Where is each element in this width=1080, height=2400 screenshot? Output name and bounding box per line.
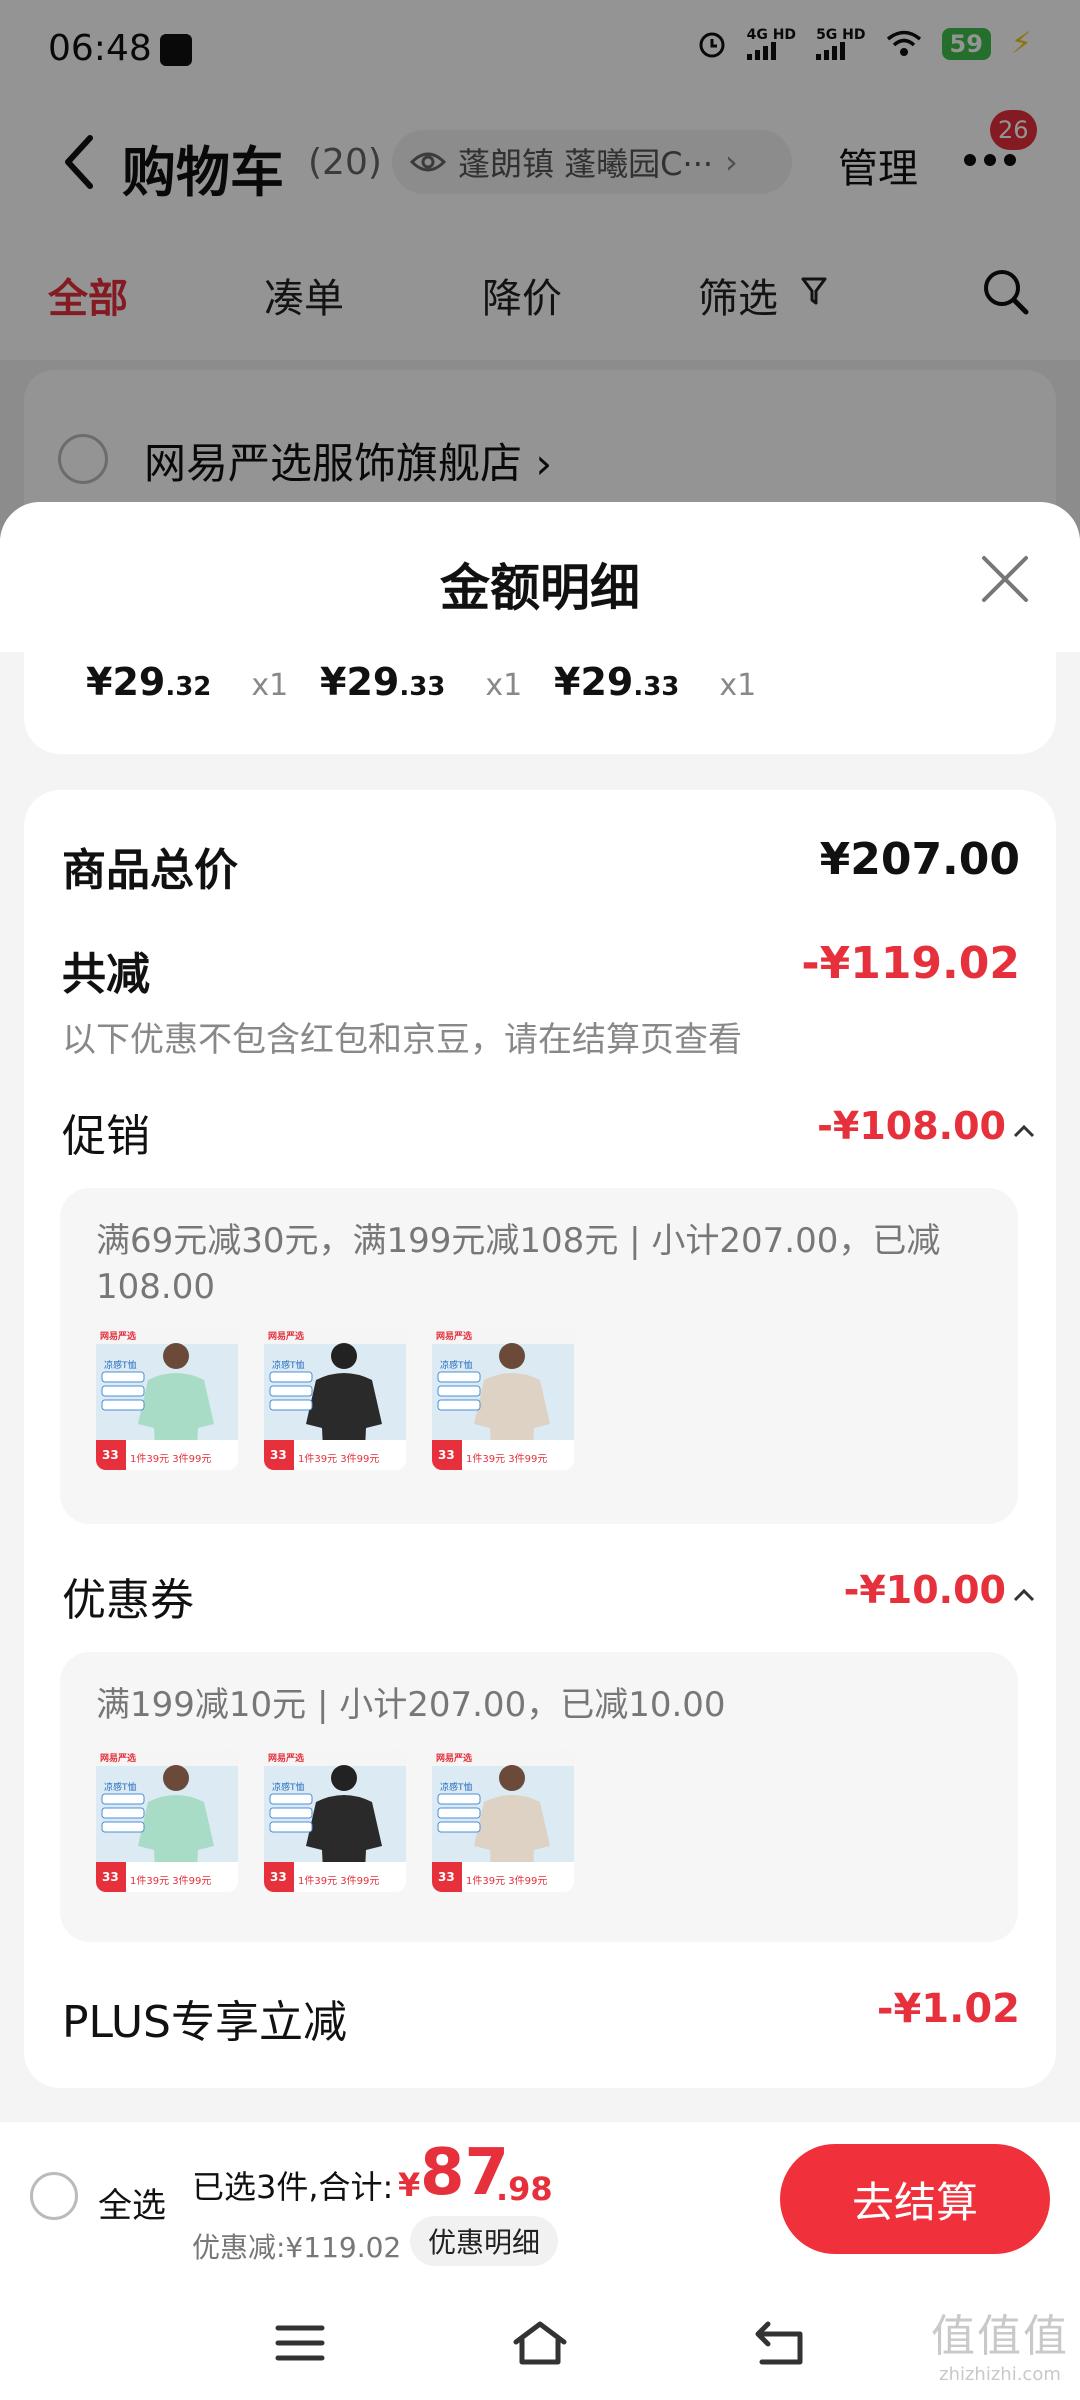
thumb-deal: 1件39元 3件99元 xyxy=(466,1876,548,1887)
amount-detail-sheet: 金额明细 ¥29 .32 x1 ¥29 .33 x1 ¥29 .33 x1 商品… xyxy=(0,502,1080,2122)
item-price-dec: .33 xyxy=(399,672,446,702)
plus-label: PLUS专享立减 xyxy=(62,1997,347,2048)
total-amount-dec: .98 xyxy=(496,2170,553,2208)
total-value: ¥207.00 xyxy=(819,834,1020,885)
item-price-strip: ¥29 .32 x1 ¥29 .33 x1 ¥29 .33 x1 xyxy=(24,652,1056,754)
watermark: 值值值 zhizhizhi.com xyxy=(930,2300,1070,2385)
amount-breakdown-card: 商品总价 ¥207.00 共减 -¥119.02 以下优惠不包含红包和京豆，请在… xyxy=(24,790,1056,2088)
thumb-tag: 凉感T恤 xyxy=(104,1361,137,1371)
item-price-int: ¥29 xyxy=(86,660,166,704)
promo-label: 促销 xyxy=(62,1111,150,1162)
thumb-price: 33 xyxy=(438,1448,455,1462)
item-price-int: ¥29 xyxy=(320,660,400,704)
thumb-deal: 1件39元 3件99元 xyxy=(298,1454,380,1465)
thumb-brand: 网易严选 xyxy=(100,1754,137,1764)
coupon-value[interactable]: -¥10.00 xyxy=(844,1568,1006,1612)
coupon-label: 优惠券 xyxy=(62,1575,194,1626)
thumb-price: 33 xyxy=(270,1448,287,1462)
plus-value: -¥1.02 xyxy=(876,1986,1020,2032)
thumb-deal: 1件39元 3件99元 xyxy=(130,1454,212,1465)
promo-detail-card: 满69元减30元，满199元减108元 | 小计207.00，已减108.00 … xyxy=(60,1188,1018,1524)
thumb-price: 33 xyxy=(102,1448,119,1462)
sheet-header: 金额明细 xyxy=(0,502,1080,652)
item-price: ¥29 .33 x1 xyxy=(320,660,522,704)
item-price-dec: .33 xyxy=(633,672,680,702)
item-qty: x1 xyxy=(719,668,757,703)
item-price-dec: .32 xyxy=(165,672,212,702)
select-all-radio[interactable] xyxy=(30,2172,78,2220)
total-currency: ¥ xyxy=(398,2166,421,2204)
product-thumbnail[interactable]: 网易严选凉感T恤 33 1件39元 3件99元 xyxy=(264,1750,406,1892)
close-icon[interactable] xyxy=(980,554,1030,604)
menu-icon[interactable] xyxy=(272,2318,328,2368)
product-thumbnail[interactable]: 网易严选凉感T恤 33 1件39元 3件99元 xyxy=(264,1328,406,1470)
product-thumbnail[interactable]: 网易严选凉感T恤 33 1件39元 3件99元 xyxy=(432,1328,574,1470)
total-label: 商品总价 xyxy=(62,845,238,896)
product-thumbnail[interactable]: 网易严选凉感T恤 33 1件39元 3件99元 xyxy=(432,1750,574,1892)
thumb-price: 33 xyxy=(102,1870,119,1884)
thumb-tag: 凉感T恤 xyxy=(272,1783,305,1793)
chevron-up-icon[interactable] xyxy=(1012,1586,1036,1604)
coupon-thumbnails: 网易严选凉感T恤 33 1件39元 3件99元 网易严选凉感T恤 33 1件39元 3件9… xyxy=(96,1750,574,1892)
discount-note: 以下优惠不包含红包和京豆，请在结算页查看 xyxy=(62,1020,742,1060)
discount-summary: 优惠减:¥119.02 xyxy=(192,2231,402,2264)
home-icon[interactable] xyxy=(512,2318,568,2368)
coupon-detail-card: 满199减10元 | 小计207.00，已减10.00 网易严选凉感T恤 33 1件… xyxy=(60,1652,1018,1942)
back-nav-icon[interactable] xyxy=(752,2318,808,2368)
watermark-text: 值值值 xyxy=(931,2311,1069,2362)
thumb-brand: 网易严选 xyxy=(100,1332,137,1342)
thumb-tag: 凉感T恤 xyxy=(104,1783,137,1793)
item-price: ¥29 .32 x1 xyxy=(86,660,288,704)
sheet-title: 金额明细 xyxy=(440,559,640,617)
thumb-price: 33 xyxy=(438,1870,455,1884)
discount-detail-button[interactable]: 优惠明细 xyxy=(410,2216,559,2266)
cart-page: 06:48 4G HD 5G HD 59 ⚡ 购物车 (20) 蓬朗镇 蓬曦园C… xyxy=(0,0,1080,2400)
select-all-label[interactable]: 全选 xyxy=(98,2178,166,2227)
thumb-deal: 1件39元 3件99元 xyxy=(298,1876,380,1887)
product-thumbnail[interactable]: 网易严选凉感T恤 33 1件39元 3件99元 xyxy=(96,1328,238,1470)
thumb-deal: 1件39元 3件99元 xyxy=(130,1876,212,1887)
coupon-detail-text: 满199减10元 | 小计207.00，已减10.00 xyxy=(96,1685,726,1725)
item-price: ¥29 .33 x1 xyxy=(554,660,756,704)
promo-value[interactable]: -¥108.00 xyxy=(817,1104,1006,1148)
watermark-url: zhizhizhi.com xyxy=(939,2364,1061,2385)
checkout-button[interactable]: 去结算 xyxy=(780,2144,1050,2254)
thumb-tag: 凉感T恤 xyxy=(440,1783,473,1793)
reduce-value: -¥119.02 xyxy=(801,938,1020,989)
thumb-brand: 网易严选 xyxy=(268,1754,305,1764)
promo-thumbnails: 网易严选凉感T恤 33 1件39元 3件99元 网易严选凉感T恤 33 1件39元 3件9… xyxy=(96,1328,574,1470)
promo-detail-text: 满69元减30元，满199元减108元 | 小计207.00，已减108.00 xyxy=(96,1221,941,1307)
item-qty: x1 xyxy=(485,668,523,703)
thumb-brand: 网易严选 xyxy=(436,1332,473,1342)
chevron-up-icon[interactable] xyxy=(1012,1122,1036,1140)
item-qty: x1 xyxy=(251,668,289,703)
system-nav-bar xyxy=(0,2278,1080,2400)
checkout-bar: 全选 已选3件,合计: ¥ 87 .98 优惠减:¥119.02 优惠明细 去结… xyxy=(0,2122,1080,2278)
selected-summary: 已选3件,合计: xyxy=(192,2168,394,2206)
reduce-label: 共减 xyxy=(62,949,150,1000)
thumb-brand: 网易严选 xyxy=(268,1332,305,1342)
thumb-deal: 1件39元 3件99元 xyxy=(466,1454,548,1465)
item-price-int: ¥29 xyxy=(554,660,634,704)
thumb-tag: 凉感T恤 xyxy=(440,1361,473,1371)
thumb-price: 33 xyxy=(270,1870,287,1884)
product-thumbnail[interactable]: 网易严选凉感T恤 33 1件39元 3件99元 xyxy=(96,1750,238,1892)
thumb-brand: 网易严选 xyxy=(436,1754,473,1764)
thumb-tag: 凉感T恤 xyxy=(272,1361,305,1371)
